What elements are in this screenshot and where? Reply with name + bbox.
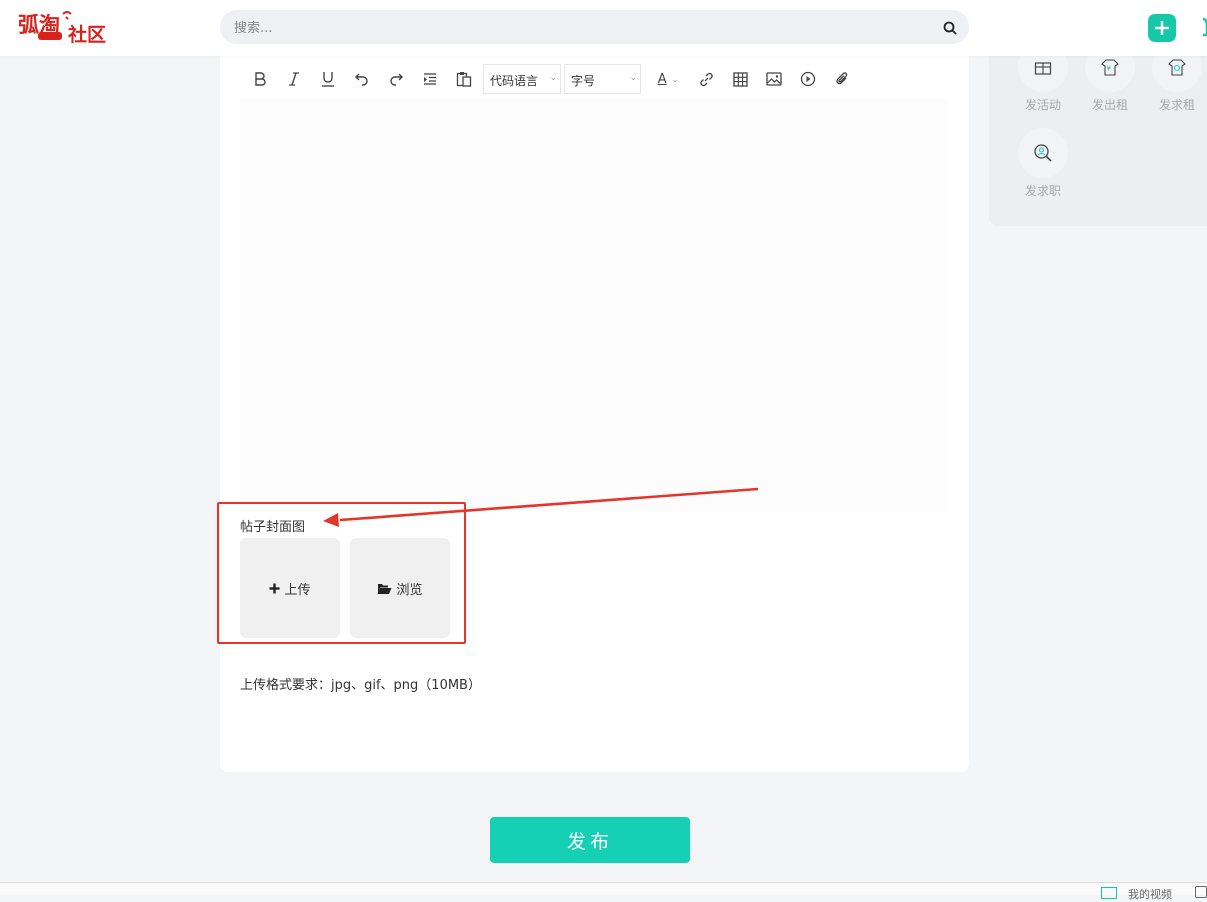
table-icon[interactable] [728, 64, 752, 94]
add-button[interactable] [1148, 14, 1176, 42]
search-bar [220, 10, 969, 46]
attachment-icon[interactable] [830, 64, 854, 94]
annotation-highlight-box [217, 502, 466, 644]
bold-icon[interactable] [248, 64, 272, 94]
top-bar: 弧淘 社区 [0, 0, 1207, 56]
italic-icon[interactable] [282, 64, 306, 94]
font-color-icon[interactable]: A ⌄ [650, 64, 686, 94]
video-icon[interactable] [796, 64, 820, 94]
bell-icon[interactable] [1199, 17, 1207, 39]
logo-text-sub: 社区 [67, 23, 106, 46]
quick-actions-panel: 发活动 ¥ 发出租 发求租 发求职 [989, 40, 1207, 226]
chevron-down-icon: ⌄ [671, 74, 679, 84]
site-logo[interactable]: 弧淘 社区 [16, 8, 112, 46]
quick-action-label: 发出租 [1091, 98, 1128, 112]
font-size-label: 字号 [571, 74, 596, 88]
publish-button[interactable]: 发布 [490, 817, 690, 863]
indent-icon[interactable] [418, 64, 442, 94]
job-search-icon [1018, 128, 1068, 178]
quick-action-job-search[interactable]: 发求职 [1015, 128, 1071, 199]
settings-icon[interactable] [1195, 886, 1207, 898]
redo-icon[interactable] [384, 64, 408, 94]
chevron-down-icon: ⌄ [549, 73, 557, 83]
undo-icon[interactable] [350, 64, 374, 94]
search-input[interactable] [232, 10, 936, 46]
chevron-down-icon: ⌄ [629, 73, 637, 83]
underline-icon[interactable] [316, 64, 340, 94]
quick-action-label: 发求租 [1158, 98, 1195, 112]
bottom-status-bar: 我的视频 [0, 882, 1207, 901]
plus-icon [1155, 21, 1169, 35]
my-videos-link[interactable]: 我的视频 [1128, 886, 1172, 902]
svg-text:¥: ¥ [1107, 65, 1112, 73]
search-icon[interactable] [943, 20, 957, 35]
code-language-label: 代码语言 [490, 74, 539, 88]
link-icon[interactable] [694, 64, 718, 94]
format-note: 上传格式要求：jpg、gif、png（10MB） [240, 678, 481, 693]
image-icon[interactable] [762, 64, 786, 94]
checkbox-icon[interactable] [1101, 887, 1117, 899]
font-color-label: A [657, 71, 667, 87]
quick-action-label: 发求职 [1024, 184, 1061, 198]
editor-content-area[interactable] [240, 98, 948, 512]
quick-action-label: 发活动 [1024, 98, 1061, 112]
font-size-select[interactable]: 字号 ⌄ [564, 64, 641, 94]
code-language-select[interactable]: 代码语言 ⌄ [483, 64, 561, 94]
paste-icon[interactable] [452, 64, 476, 94]
